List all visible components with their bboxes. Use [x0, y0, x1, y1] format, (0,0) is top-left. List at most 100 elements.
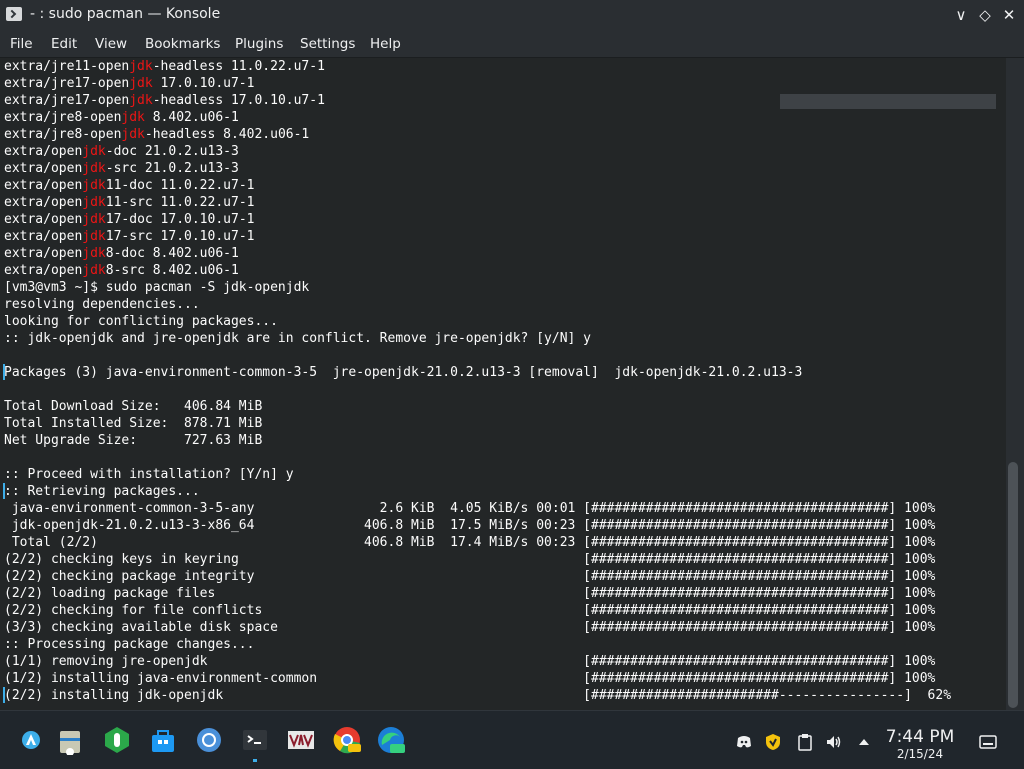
terminal-line: (1/2) installing java-environment-common…	[4, 670, 935, 687]
terminal-text: (2/2) checking keys in keyring [########…	[4, 552, 936, 567]
terminal-line: Packages (3) java-environment-common-3-5…	[4, 364, 802, 381]
terminal-text: extra/open	[4, 246, 83, 261]
terminal-line: extra/openjdk8-src 8.402.u06-1	[4, 262, 239, 279]
terminal-line: looking for conflicting packages...	[4, 313, 278, 330]
vmware-icon[interactable]	[286, 725, 316, 755]
terminal-line: [vm3@vm3 ~]$ sudo pacman -S jdk-openjdk	[4, 279, 309, 296]
terminal-text: :: jdk-openjdk and jre-openjdk are in co…	[4, 331, 591, 346]
menu-file[interactable]: File	[10, 36, 33, 52]
terminal-line: Total Download Size: 406.84 MiB	[4, 398, 262, 415]
line-marker	[3, 364, 5, 380]
terminal-line: (3/3) checking available disk space [###…	[4, 619, 935, 636]
terminal-line: :: jdk-openjdk and jre-openjdk are in co…	[4, 330, 591, 347]
terminal-text: (2/2) checking package integrity [######…	[4, 569, 936, 584]
close-button[interactable]: ✕	[998, 4, 1020, 26]
search-match-highlight: jdk	[82, 246, 106, 261]
terminal-text: extra/open	[4, 229, 83, 244]
terminal-line: jdk-openjdk-21.0.2.u13-3-x86_64 406.8 Mi…	[4, 517, 936, 534]
clock-date[interactable]: 2/15/24	[884, 747, 956, 761]
terminal-line: :: Processing package changes...	[4, 636, 254, 653]
search-match-highlight: jdk	[82, 212, 106, 227]
terminal-line: extra/openjdk17-doc 17.0.10.u7-1	[4, 211, 254, 228]
terminal-text: Total (2/2) 406.8 MiB 17.4 MiB/s 00:23 […	[4, 535, 936, 550]
terminal-text: -headless 8.402.u06-1	[144, 127, 310, 142]
terminal-text: extra/open	[4, 212, 83, 227]
discord-icon[interactable]	[735, 733, 753, 751]
terminal-line: extra/openjdk17-src 17.0.10.u7-1	[4, 228, 254, 245]
konsole-app-icon	[6, 7, 22, 21]
maximize-button[interactable]: ◇	[974, 4, 996, 26]
chromium-icon[interactable]	[194, 725, 224, 755]
terminal-line: extra/openjdk-src 21.0.2.u13-3	[4, 160, 239, 177]
terminal-text: 17-doc 17.0.10.u7-1	[105, 212, 255, 227]
terminal-text: (1/1) removing jre-openjdk [############…	[4, 654, 936, 669]
chrome-dev-icon[interactable]	[332, 725, 362, 755]
terminal-line: (2/2) loading package files [###########…	[4, 585, 935, 602]
terminal-text: :: Processing package changes...	[4, 637, 255, 652]
expand-tray-icon[interactable]	[855, 733, 873, 751]
menu-settings[interactable]: Settings	[300, 36, 355, 52]
terminal-text: jdk-openjdk-21.0.2.u13-3-x86_64 406.8 Mi…	[4, 518, 936, 533]
line-marker	[3, 483, 5, 499]
search-match-highlight: jdk	[82, 178, 106, 193]
terminal-text: 11-doc 11.0.22.u7-1	[105, 178, 255, 193]
terminal-line: extra/jre8-openjdk-headless 8.402.u06-1	[4, 126, 309, 143]
terminal-line: Total (2/2) 406.8 MiB 17.4 MiB/s 00:23 […	[4, 534, 936, 551]
shield-icon[interactable]	[764, 733, 782, 751]
terminal-text: 17.0.10.u7-1	[152, 76, 255, 91]
minimize-button[interactable]: ∨	[950, 4, 972, 26]
terminal-text: Packages (3) java-environment-common-3-5…	[4, 365, 803, 380]
edge-dev-icon[interactable]	[376, 725, 406, 755]
konsole-icon[interactable]	[240, 725, 270, 755]
clipboard-icon[interactable]	[796, 733, 814, 751]
search-match-highlight: jdk	[82, 161, 106, 176]
terminal-line: Net Upgrade Size: 727.63 MiB	[4, 432, 262, 449]
terminal-text: extra/open	[4, 195, 83, 210]
terminal-text: Total Download Size: 406.84 MiB	[4, 399, 263, 414]
terminal-text: :: Proceed with installation? [Y/n] y	[4, 467, 294, 482]
menu-help[interactable]: Help	[370, 36, 401, 52]
terminal-line: extra/jre8-openjdk 8.402.u06-1	[4, 109, 239, 126]
file-manager-icon[interactable]	[56, 725, 86, 755]
search-match-highlight: jdk	[82, 229, 106, 244]
show-desktop-icon[interactable]	[978, 733, 998, 751]
terminal-line: (2/2) installing jdk-openjdk [##########…	[4, 687, 951, 704]
terminal-text: 11-src 11.0.22.u7-1	[105, 195, 255, 210]
discover-icon[interactable]	[102, 725, 132, 755]
terminal-line: extra/openjdk-doc 21.0.2.u13-3	[4, 143, 239, 160]
title-bar: - : sudo pacman — Konsole ∨ ◇ ✕	[0, 0, 1024, 30]
menu-view[interactable]: View	[95, 36, 127, 52]
terminal-text: 8-src 8.402.u06-1	[105, 263, 239, 278]
search-match-highlight: jdk	[121, 127, 145, 142]
terminal-output[interactable]: extra/jre11-openjdk-headless 11.0.22.u7-…	[0, 58, 1006, 710]
terminal-line: extra/jre11-openjdk-headless 11.0.22.u7-…	[4, 58, 325, 75]
terminal-line: java-environment-common-3-5-any 2.6 KiB …	[4, 500, 936, 517]
terminal-line: Total Installed Size: 878.71 MiB	[4, 415, 262, 432]
terminal-line: :: Proceed with installation? [Y/n] y	[4, 466, 294, 483]
search-match-highlight: jdk	[82, 195, 106, 210]
terminal-line: resolving dependencies...	[4, 296, 200, 313]
terminal-text: resolving dependencies...	[4, 297, 200, 312]
terminal-text: looking for conflicting packages...	[4, 314, 278, 329]
menu-edit[interactable]: Edit	[51, 36, 77, 52]
active-app-indicator	[253, 759, 257, 762]
system-settings-icon[interactable]	[148, 725, 178, 755]
scrollbar-thumb[interactable]	[1008, 462, 1018, 708]
application-launcher-icon[interactable]	[16, 725, 46, 755]
menu-plugins[interactable]: Plugins	[235, 36, 283, 52]
selection-overlay	[780, 94, 996, 109]
terminal-text: -headless 11.0.22.u7-1	[152, 59, 325, 74]
line-marker	[3, 687, 5, 703]
terminal-text: (2/2) loading package files [###########…	[4, 586, 936, 601]
search-match-highlight: jdk	[129, 76, 153, 91]
terminal-text: extra/jre17-open	[4, 76, 130, 91]
volume-icon[interactable]	[825, 733, 843, 751]
terminal-line: (2/2) checking package integrity [######…	[4, 568, 935, 585]
terminal-text: extra/open	[4, 178, 83, 193]
terminal-text: 8.402.u06-1	[144, 110, 239, 125]
terminal-text: (1/2) installing java-environment-common…	[4, 671, 936, 686]
clock-time[interactable]: 7:44 PM	[884, 727, 956, 747]
terminal-line: :: Retrieving packages...	[4, 483, 200, 500]
terminal-text: Net Upgrade Size: 727.63 MiB	[4, 433, 263, 448]
menu-bookmarks[interactable]: Bookmarks	[145, 36, 220, 52]
